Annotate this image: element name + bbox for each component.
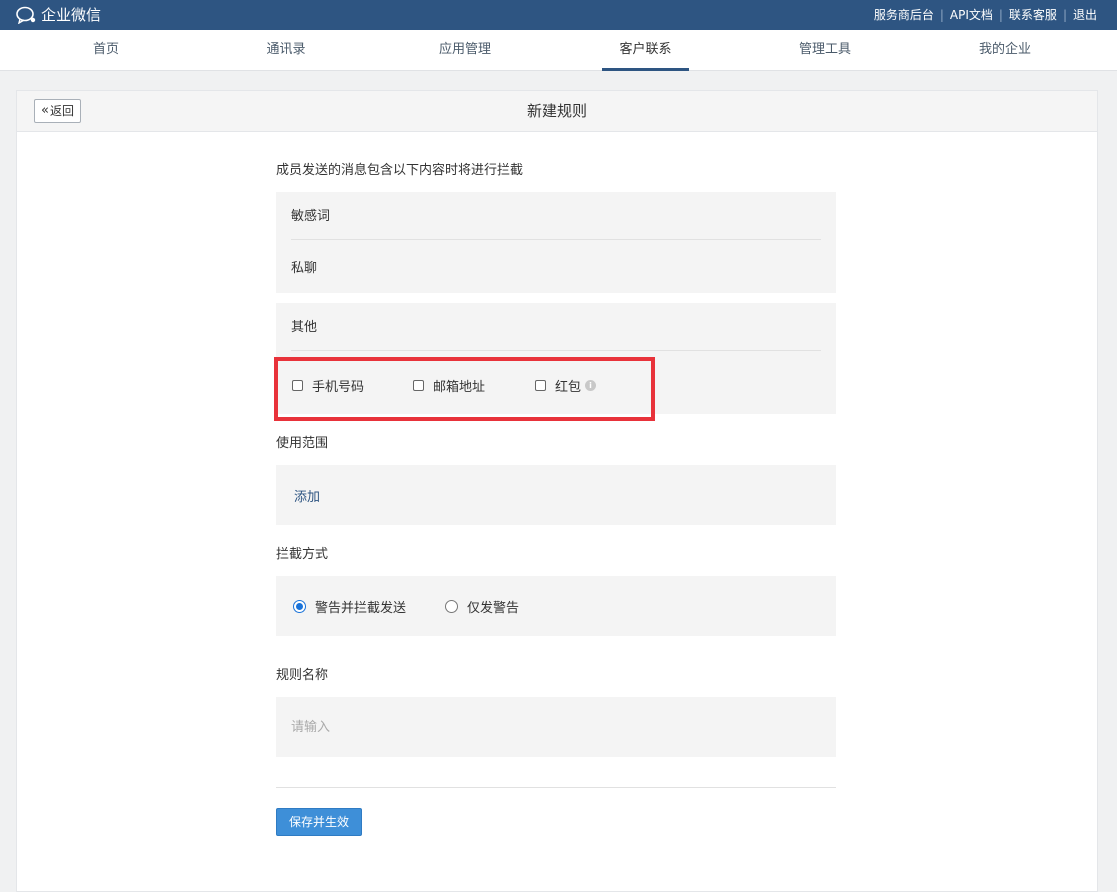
separator: | <box>1062 8 1067 22</box>
other-label: 其他 <box>291 320 318 335</box>
separator: | <box>939 8 944 22</box>
link-partner-admin[interactable]: 服务商后台 <box>874 7 934 23</box>
nav-customer-contact[interactable]: 客户联系 <box>602 30 689 71</box>
top-links: 服务商后台 | API文档 | 联系客服 | 退出 <box>874 7 1097 23</box>
separator: | <box>998 8 1003 22</box>
highlight-annotation-box <box>274 357 655 421</box>
rule-name-box <box>276 697 836 757</box>
nav-contacts[interactable]: 通讯录 <box>250 30 322 70</box>
nav-app-management[interactable]: 应用管理 <box>428 30 502 70</box>
page-title: 新建规则 <box>526 102 587 120</box>
nav-home[interactable]: 首页 <box>70 30 142 70</box>
method-label: 拦截方式 <box>276 547 329 562</box>
rule-name-label: 规则名称 <box>276 668 329 683</box>
save-and-activate-button[interactable]: 保存并生效 <box>276 808 362 836</box>
divider <box>291 350 821 351</box>
radio-circle[interactable] <box>445 600 458 613</box>
add-scope-link[interactable]: 添加 <box>294 486 320 505</box>
scope-box: 添加 <box>276 465 836 525</box>
sensitive-words-row[interactable]: 敏感词 <box>291 208 330 226</box>
rule-name-input[interactable] <box>276 697 836 757</box>
nav-my-enterprise[interactable]: 我的企业 <box>969 30 1041 70</box>
brand-name: 企业微信 <box>41 6 102 24</box>
nav-management-tools[interactable]: 管理工具 <box>789 30 861 70</box>
panel-header: « 返回 新建规则 <box>17 91 1097 132</box>
divider <box>291 239 821 240</box>
intercept-type-box: 敏感词 私聊 <box>276 192 836 293</box>
method-box: 警告并拦截发送 仅发警告 <box>276 576 836 636</box>
main-nav: 首页 通讯录 应用管理 客户联系 管理工具 我的企业 <box>0 30 1117 71</box>
link-logout[interactable]: 退出 <box>1073 7 1097 23</box>
warn-only-label: 仅发警告 <box>467 601 520 616</box>
warn-and-block-label: 警告并拦截发送 <box>315 601 407 616</box>
wecom-logo-icon <box>16 6 36 24</box>
warn-and-block-radio[interactable]: 警告并拦截发送 <box>293 597 406 616</box>
divider <box>276 787 836 788</box>
intercept-label: 成员发送的消息包含以下内容时将进行拦截 <box>276 163 524 178</box>
brand-logo[interactable]: 企业微信 <box>16 5 101 25</box>
top-bar: 企业微信 服务商后台 | API文档 | 联系客服 | 退出 <box>0 0 1117 30</box>
private-chat-row[interactable]: 私聊 <box>291 260 317 278</box>
radio-circle[interactable] <box>293 600 306 613</box>
link-api-docs[interactable]: API文档 <box>950 7 993 23</box>
link-contact-support[interactable]: 联系客服 <box>1009 7 1057 23</box>
warn-only-radio[interactable]: 仅发警告 <box>445 597 519 616</box>
scope-label: 使用范围 <box>276 436 329 451</box>
